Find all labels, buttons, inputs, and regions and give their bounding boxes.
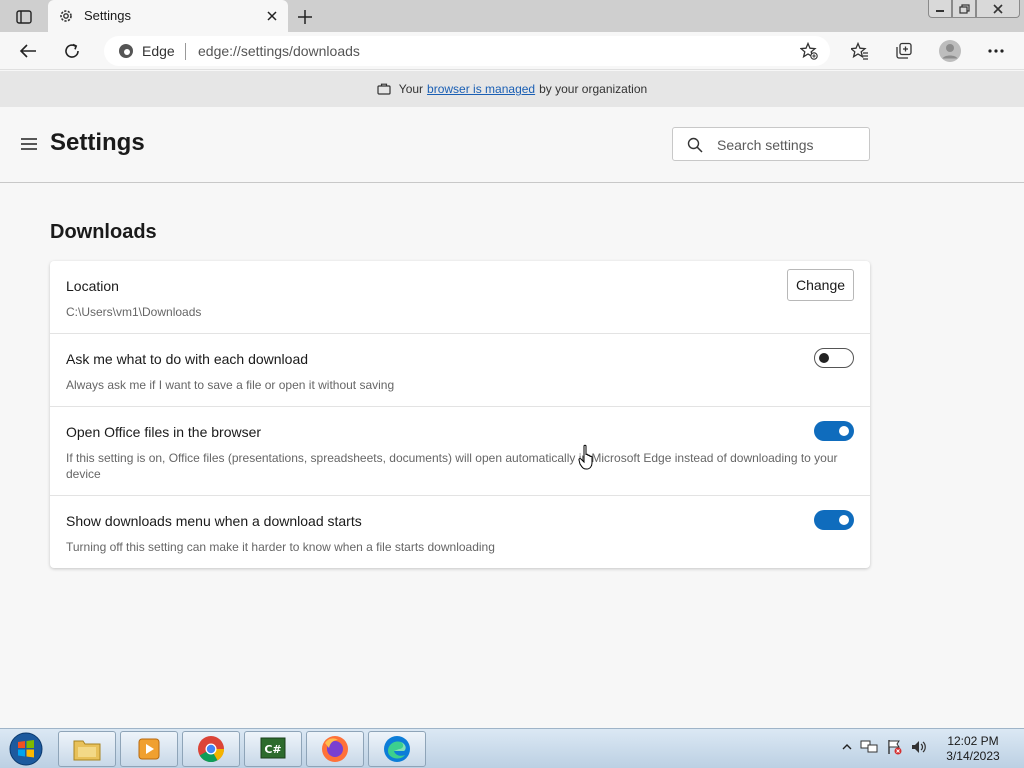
taskbar-media-player[interactable]	[120, 731, 178, 767]
browser-toolbar: Edge edge://settings/downloads	[0, 32, 1024, 70]
volume-icon[interactable]	[910, 739, 928, 755]
setting-row-office: Open Office files in the browser If this…	[50, 407, 870, 496]
more-icon	[988, 49, 1004, 53]
location-title: Location	[66, 278, 119, 294]
refresh-button[interactable]	[58, 38, 86, 64]
restore-icon	[958, 3, 970, 14]
ask-desc: Always ask me if I want to save a file o…	[66, 378, 395, 392]
tab-title: Settings	[84, 8, 131, 23]
network-icon[interactable]	[860, 739, 878, 755]
firefox-icon	[322, 736, 348, 762]
more-options-button[interactable]	[982, 38, 1010, 64]
office-desc: If this setting is on, Office files (pre…	[66, 451, 838, 481]
edge-icon	[384, 736, 410, 762]
window-close-button[interactable]	[976, 0, 1020, 18]
tab-actions-button[interactable]	[8, 6, 40, 28]
tray-expand-icon[interactable]	[842, 743, 852, 751]
office-title: Open Office files in the browser	[66, 424, 262, 440]
section-title: Downloads	[50, 221, 157, 243]
toggle-knob	[839, 515, 849, 525]
close-icon	[267, 11, 277, 21]
clock-date: 3/14/2023	[946, 749, 1000, 763]
csharp-app-icon: C#	[260, 737, 286, 759]
add-favorite-icon[interactable]	[800, 42, 818, 60]
favorites-icon	[851, 42, 868, 60]
collections-button[interactable]	[890, 38, 918, 64]
menu-toggle[interactable]	[814, 510, 854, 530]
tab-strip: Settings	[0, 0, 1024, 32]
tab-settings[interactable]: Settings	[48, 0, 288, 32]
hand-cursor-icon	[578, 444, 596, 470]
toggle-knob	[819, 353, 829, 363]
taskbar-clock[interactable]: 12:02 PM 3/14/2023	[938, 734, 1008, 764]
toggle-knob	[839, 426, 849, 436]
chrome-icon	[198, 736, 225, 763]
briefcase-icon	[377, 83, 391, 95]
plus-icon	[298, 10, 312, 24]
setting-row-location: Location C:\Users\vm1\Downloads Change	[50, 261, 870, 334]
tab-actions-icon	[16, 10, 32, 24]
ask-title: Ask me what to do with each download	[66, 351, 309, 367]
refresh-icon	[65, 43, 79, 58]
media-player-icon	[138, 738, 160, 760]
managed-prefix: Your	[398, 82, 424, 96]
ask-toggle[interactable]	[814, 348, 854, 368]
setting-row-menu: Show downloads menu when a download star…	[50, 496, 870, 568]
restore-button[interactable]	[952, 0, 976, 18]
gear-icon	[58, 8, 74, 24]
menu-button[interactable]	[20, 137, 38, 151]
edge-icon	[118, 43, 134, 59]
menu-desc: Turning off this setting can make it har…	[66, 540, 495, 554]
browser-managed-link[interactable]: browser is managed	[427, 82, 535, 96]
minimize-icon	[936, 9, 944, 12]
profile-button[interactable]	[936, 38, 964, 64]
taskbar-explorer[interactable]	[58, 731, 116, 767]
managed-info-bar: Your browser is managed by your organiza…	[0, 71, 1024, 107]
tab-close-button[interactable]	[264, 8, 280, 24]
change-location-button[interactable]: Change	[787, 269, 854, 301]
omnibox-site-label: Edge	[142, 43, 175, 59]
omnibox-divider	[185, 43, 186, 60]
taskbar-firefox[interactable]	[306, 731, 364, 767]
taskbar-chrome[interactable]	[182, 731, 240, 767]
page-title: Settings	[50, 129, 145, 156]
search-icon	[687, 137, 703, 153]
svg-text:C#: C#	[264, 743, 281, 756]
back-arrow-icon	[19, 44, 36, 58]
clock-time: 12:02 PM	[947, 734, 999, 748]
action-center-flag-icon[interactable]	[886, 739, 902, 755]
menu-title: Show downloads menu when a download star…	[66, 513, 362, 529]
managed-suffix: by your organization	[539, 82, 648, 96]
search-box[interactable]	[672, 127, 870, 161]
taskbar: C# 12:02 PM 3/14/2023	[0, 728, 1024, 768]
folder-icon	[73, 740, 101, 761]
office-toggle[interactable]	[814, 421, 854, 441]
taskbar-edge[interactable]	[368, 731, 426, 767]
search-input[interactable]	[717, 135, 862, 155]
settings-header: Settings	[0, 107, 1024, 183]
taskbar-csharp[interactable]: C#	[244, 731, 302, 767]
favorites-button[interactable]	[846, 38, 874, 64]
windows-start-icon	[9, 732, 43, 766]
location-path: C:\Users\vm1\Downloads	[66, 305, 202, 319]
hamburger-icon	[21, 138, 37, 150]
minimize-button[interactable]	[928, 0, 952, 18]
start-button[interactable]	[6, 731, 46, 767]
new-tab-button[interactable]	[294, 6, 316, 28]
collections-icon	[896, 42, 912, 59]
address-bar[interactable]: Edge edge://settings/downloads	[104, 36, 830, 66]
setting-row-ask: Ask me what to do with each download Alw…	[50, 334, 870, 407]
close-icon	[993, 3, 1003, 14]
back-button[interactable]	[14, 38, 42, 64]
avatar-icon	[939, 40, 961, 62]
downloads-settings-card: Location C:\Users\vm1\Downloads Change A…	[50, 261, 870, 568]
url-text[interactable]: edge://settings/downloads	[198, 43, 360, 59]
system-tray	[842, 739, 928, 755]
